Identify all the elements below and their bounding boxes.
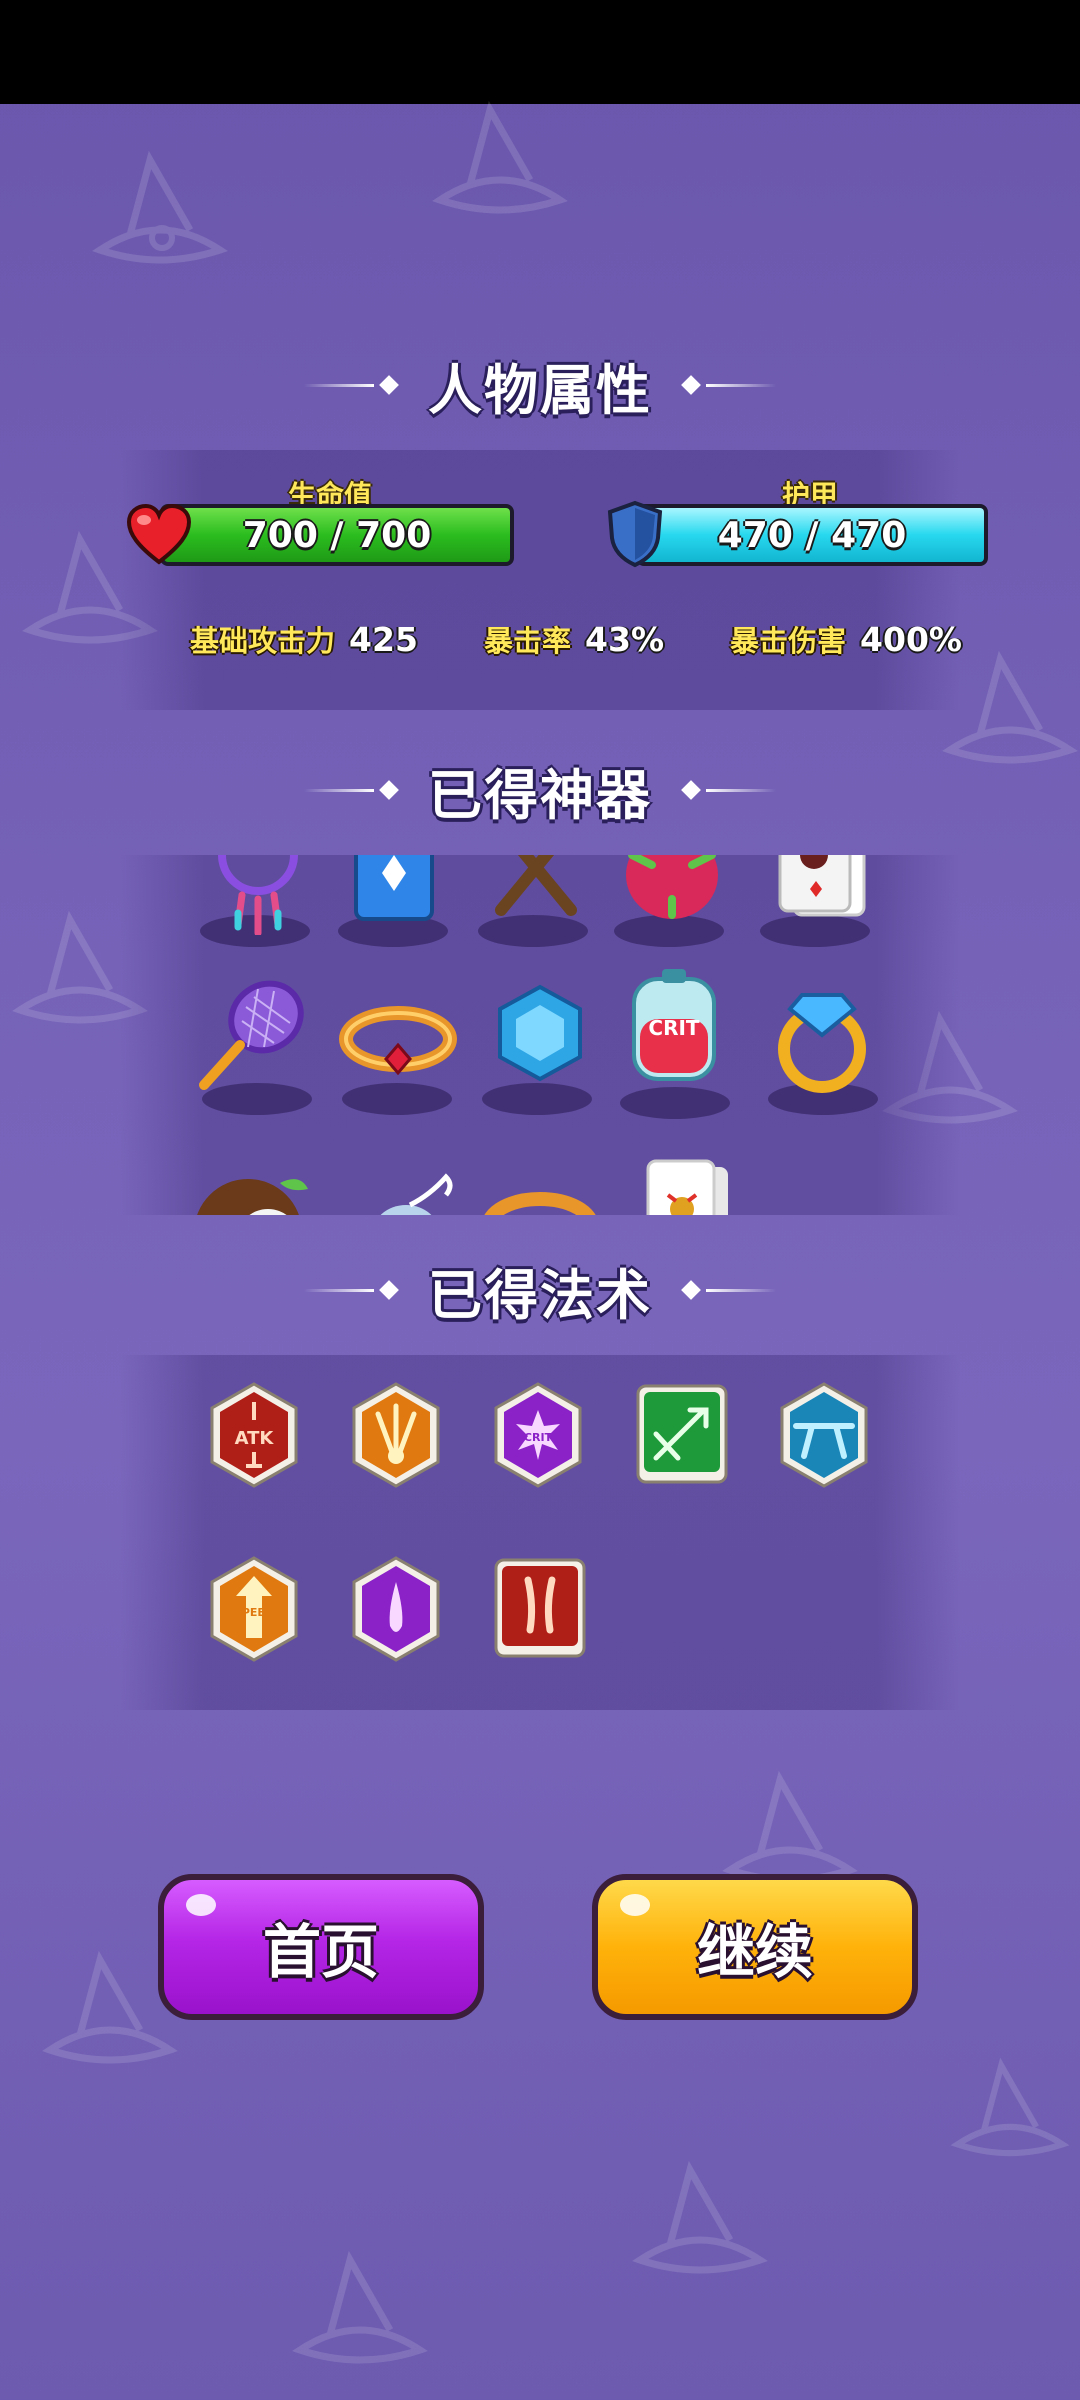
bounce-spell-icon[interactable]	[634, 1382, 730, 1492]
home-button-label: 首页	[262, 1918, 379, 1986]
crit-burst-spell-icon[interactable]: CRIT	[490, 1380, 586, 1490]
wizard-hat-bg-icon	[722, 1770, 858, 1884]
attributes-title: 人物属性	[0, 345, 1080, 425]
svg-text:ATK: ATK	[235, 1428, 275, 1449]
continue-button[interactable]: 继续	[592, 1874, 918, 2020]
shield-icon	[607, 500, 663, 568]
playing-card-icon[interactable]	[760, 855, 880, 935]
spells-title-text: 已得法术	[428, 1263, 652, 1327]
ruby-bracelet-icon[interactable]	[338, 983, 458, 1103]
stat-label: 暴击伤害	[730, 624, 847, 658]
svg-text:SPEED: SPEED	[234, 1606, 274, 1619]
atk-up-spell-icon[interactable]: ATK	[206, 1380, 302, 1490]
title-decoration-right	[676, 780, 776, 800]
wizard-hat-bg-icon	[950, 2057, 1070, 2157]
stat-crit-rate: 暴击率 43%	[484, 618, 664, 660]
double-claw-spell-icon[interactable]	[492, 1556, 588, 1666]
wizard-hat-bg-icon	[292, 2250, 428, 2364]
stat-label: 基础攻击力	[190, 624, 336, 658]
blue-gem-icon[interactable]	[480, 979, 600, 1099]
title-decoration-left	[304, 780, 404, 800]
spells-title: 已得法术	[0, 1250, 1080, 1330]
tennis-racket-icon[interactable]	[194, 977, 314, 1097]
heart-icon	[126, 504, 192, 565]
svg-text:CRIT: CRIT	[524, 1431, 553, 1444]
armor-value: 470 / 470	[717, 514, 907, 556]
continue-button-label: 继续	[696, 1918, 813, 1986]
stat-crit-damage: 暴击伤害 400%	[730, 618, 962, 660]
stat-value: 425	[349, 619, 418, 659]
crit-potion-icon[interactable]: CRIT	[614, 967, 734, 1087]
dreamcatcher-icon[interactable]	[198, 855, 318, 935]
stat-value: 400%	[860, 619, 962, 659]
emerald-bracelet-icon[interactable]	[480, 1163, 600, 1215]
artifacts-title-text: 已得神器	[428, 763, 652, 827]
title-decoration-left	[304, 375, 404, 395]
title-decoration-right	[676, 375, 776, 395]
home-button[interactable]: 首页	[158, 1874, 484, 2020]
triple-shot-spell-icon[interactable]	[348, 1380, 444, 1490]
blue-card-icon[interactable]	[334, 855, 454, 935]
dragonfruit-icon[interactable]	[612, 855, 732, 935]
artifacts-title: 已得神器	[0, 750, 1080, 830]
button-gloss	[186, 1894, 216, 1916]
health-value: 700 / 700	[242, 514, 432, 556]
health-bar: 700 / 700	[160, 504, 514, 566]
wizard-hat-bg-icon	[632, 2160, 768, 2274]
joker-card-icon[interactable]	[622, 1155, 742, 1215]
diamond-ring-icon[interactable]	[762, 975, 882, 1095]
wizard-hat-bg-icon	[432, 100, 568, 214]
wizard-hat-bg-icon	[92, 150, 228, 264]
pierce-spell-icon[interactable]	[776, 1380, 872, 1490]
title-decoration-left	[304, 1280, 404, 1300]
armor-bar: 470 / 470	[636, 504, 988, 566]
svg-text:CRIT: CRIT	[648, 1016, 700, 1040]
attributes-title-text: 人物属性	[428, 358, 652, 422]
coconut-icon[interactable]	[190, 1163, 310, 1215]
button-gloss	[620, 1894, 650, 1916]
crossed-axes-icon[interactable]	[476, 855, 596, 935]
stat-label: 暴击率	[484, 624, 572, 658]
title-decoration-right	[676, 1280, 776, 1300]
artifacts-scroll-panel[interactable]: CRIT	[120, 855, 960, 1215]
stat-value: 43%	[585, 619, 665, 659]
stat-base-attack: 基础攻击力 425	[190, 618, 418, 660]
speed-up-spell-icon[interactable]: SPEED	[206, 1554, 302, 1664]
status-bar	[0, 0, 1080, 104]
purple-drop-spell-icon[interactable]	[348, 1554, 444, 1664]
pouch-icon[interactable]	[350, 1155, 470, 1215]
